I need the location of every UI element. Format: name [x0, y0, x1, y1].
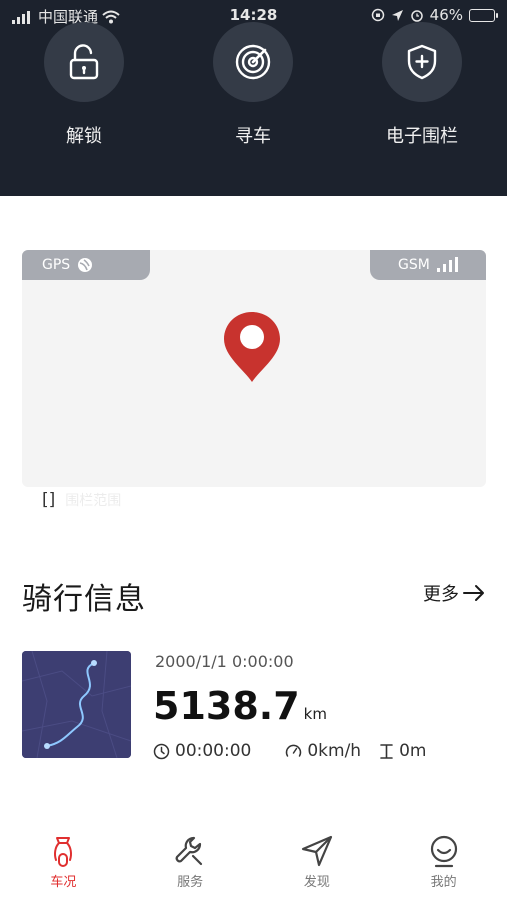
ride-route-thumbnail[interactable] — [22, 651, 131, 758]
tab-vehicle[interactable]: 车况 — [0, 834, 127, 900]
gsm-label: GSM — [398, 257, 430, 273]
ride-speed: 0km/h — [285, 741, 361, 761]
unlock-label: 解锁 — [66, 126, 102, 147]
find-car-button[interactable]: 寻车 — [193, 22, 313, 148]
map-tab-gap — [150, 250, 370, 280]
ride-date: 2000/1/1 0:00:00 — [155, 652, 294, 671]
orientation-lock-icon — [371, 8, 384, 22]
find-car-circle — [213, 22, 293, 102]
geofence-label: 电子围栏 — [386, 126, 458, 147]
speed-value: 0km/h — [307, 741, 362, 761]
map-card[interactable]: GPS GSM — [22, 250, 486, 487]
distance-value: 5138.7 — [153, 684, 300, 728]
tab-discover-label: 发现 — [303, 875, 330, 890]
tab-profile[interactable]: 我的 — [380, 834, 507, 900]
distance-unit: km — [303, 705, 327, 723]
ride-distance: 5138.7 km — [153, 684, 327, 728]
top-panel: 中国联通 14:28 46% 解锁 寻车 电子围栏 — [0, 0, 507, 196]
unlock-circle — [44, 22, 124, 102]
alarm-icon — [410, 10, 423, 22]
shield-plus-icon — [407, 44, 437, 80]
unlock-icon — [69, 44, 99, 80]
satellite-icon — [78, 258, 93, 272]
duration-value: 00:00:00 — [175, 741, 252, 761]
tab-vehicle-label: 车况 — [50, 875, 77, 890]
gps-tab: GPS — [22, 250, 150, 280]
geofence-button[interactable]: 电子围栏 — [362, 22, 482, 148]
ride-elevation: 0m — [379, 741, 426, 761]
profile-icon — [430, 835, 457, 868]
section-title: 骑行信息 — [22, 582, 146, 617]
tab-profile-label: 我的 — [430, 875, 457, 890]
tab-service-label: 服务 — [177, 875, 204, 890]
wrench-icon — [175, 836, 203, 866]
tab-discover[interactable]: 发现 — [254, 834, 381, 900]
geofence-range-row: [] 围栏范围 — [42, 490, 121, 510]
clock-icon — [153, 743, 170, 759]
elevation-value: 0m — [399, 741, 427, 761]
navigation-icon — [301, 835, 332, 867]
tab-service[interactable]: 服务 — [127, 834, 254, 900]
quick-actions: 解锁 寻车 电子围栏 — [0, 22, 507, 152]
unlock-button[interactable]: 解锁 — [24, 22, 144, 148]
fence-range-label: 围栏范围 — [65, 493, 122, 509]
location-arrow-icon — [391, 9, 403, 21]
speedometer-icon — [286, 744, 302, 757]
geofence-circle — [382, 22, 462, 102]
scooter-icon — [54, 837, 73, 867]
more-label: 更多 — [423, 584, 459, 605]
location-pin-icon — [224, 312, 280, 382]
ride-duration: 00:00:00 — [153, 741, 251, 761]
fence-bracket: [] — [42, 490, 56, 510]
ride-meta: 00:00:00 0km/h 0m — [153, 741, 426, 761]
find-car-label: 寻车 — [235, 126, 271, 147]
arrow-right-icon — [463, 585, 484, 601]
gps-label: GPS — [42, 257, 71, 273]
bottom-tab-bar: 车况 服务 发现 我的 — [0, 834, 507, 900]
more-link[interactable]: 更多 — [423, 580, 486, 606]
gsm-tab: GSM — [370, 250, 486, 280]
route-map-image — [22, 651, 131, 758]
radar-icon — [235, 44, 271, 80]
battery-icon — [469, 8, 498, 22]
gsm-signal-icon — [436, 257, 458, 272]
elevation-icon — [380, 743, 393, 759]
